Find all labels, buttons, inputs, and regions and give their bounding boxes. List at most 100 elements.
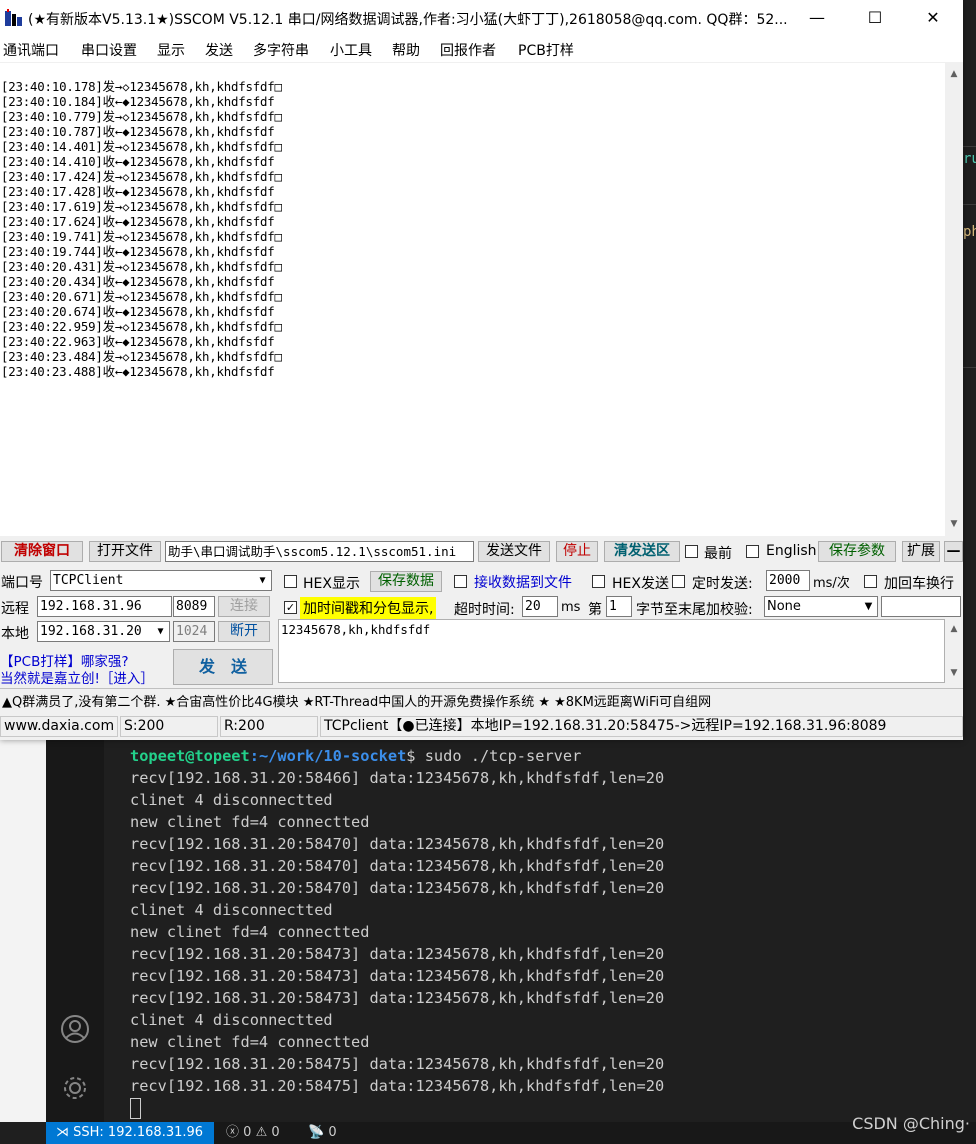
site-link[interactable]: www.daxia.com bbox=[0, 716, 118, 737]
receive-line: [23:40:10.779]发→◇12345678,kh,khdfsfdf□ bbox=[1, 109, 282, 124]
menu-port[interactable]: 通讯端口 bbox=[3, 40, 59, 60]
port-select[interactable]: TCPClient ▼ bbox=[50, 570, 272, 591]
save-data-button[interactable]: 保存数据 bbox=[370, 571, 442, 592]
terminal-panel[interactable]: topeet@topeet:~/work/10-socket$ sudo ./t… bbox=[104, 740, 976, 1122]
recv-to-file-label[interactable]: 接收数据到文件 bbox=[474, 572, 572, 592]
timestamp-label: 加时间戳和分包显示, bbox=[300, 597, 437, 619]
local-ip-select[interactable]: 192.168.31.20 ▼ bbox=[37, 621, 170, 642]
send-button[interactable]: 发 送 bbox=[173, 649, 273, 685]
send-scrollbar[interactable]: ▲ ▼ bbox=[945, 619, 963, 683]
receive-area[interactable]: [23:40:10.178]发→◇12345678,kh,khdfsfdf□ [2… bbox=[0, 63, 945, 536]
save-params-button[interactable]: 保存参数 bbox=[818, 541, 896, 562]
remote-indicator[interactable]: ⋊ SSH: 192.168.31.96 bbox=[46, 1122, 214, 1144]
title-bar[interactable]: (★有新版本V5.13.1★)SSCOM V5.12.1 串口/网络数据调试器,… bbox=[0, 0, 963, 36]
receive-line: [23:40:10.178]发→◇12345678,kh,khdfsfdf□ bbox=[1, 79, 282, 94]
topmost-checkbox[interactable] bbox=[685, 545, 698, 558]
editor-text-fragment: ru bbox=[963, 151, 976, 167]
receive-scrollbar[interactable]: ▲ ▼ bbox=[945, 63, 963, 536]
vscode-status-bar: ⋊ SSH: 192.168.31.96 ⓧ 0 ⚠ 0 📡 0 bbox=[46, 1122, 976, 1144]
local-port-input[interactable]: 1024 bbox=[173, 621, 215, 642]
add-crlf-checkbox[interactable] bbox=[864, 575, 877, 588]
minimize-button[interactable]: — bbox=[788, 0, 846, 36]
checksum-extra-field[interactable] bbox=[881, 596, 961, 617]
scroll-down-icon[interactable]: ▼ bbox=[945, 515, 963, 533]
menu-display[interactable]: 显示 bbox=[157, 40, 185, 60]
nth-label: 第 bbox=[588, 602, 602, 618]
checksum-select[interactable]: None ▼ bbox=[764, 596, 878, 617]
menu-bar: 通讯端口 串口设置 显示 发送 多字符串 小工具 帮助 回报作者 PCB打样 bbox=[0, 36, 963, 62]
english-checkbox[interactable] bbox=[746, 545, 759, 558]
stop-button[interactable]: 停止 bbox=[556, 541, 598, 562]
broadcast-icon: 📡 bbox=[308, 1125, 325, 1140]
menu-report-author[interactable]: 回报作者 bbox=[440, 40, 496, 60]
pcb-ad-line2[interactable]: 当然就是嘉立创!［进入］ bbox=[0, 667, 154, 687]
disconnect-button[interactable]: 断开 bbox=[218, 621, 270, 642]
terminal-line: clinet 4 disconnectted bbox=[130, 1011, 333, 1029]
remote-port-input[interactable]: 8089 bbox=[173, 596, 215, 617]
terminal-cursor bbox=[130, 1098, 141, 1119]
menu-send[interactable]: 发送 bbox=[205, 40, 233, 60]
recv-to-file-checkbox[interactable] bbox=[454, 575, 467, 588]
scroll-up-icon[interactable]: ▲ bbox=[945, 65, 963, 83]
terminal-line: recv[192.168.31.20:58473] data:12345678,… bbox=[130, 945, 665, 963]
send-file-button[interactable]: 发送文件 bbox=[478, 541, 550, 562]
timeout-unit: ms bbox=[561, 600, 581, 615]
file-path-field[interactable]: 助手\串口调试助手\sscom5.12.1\sscom51.ini bbox=[165, 541, 474, 562]
hex-display-checkbox[interactable] bbox=[284, 575, 297, 588]
scroll-down-icon[interactable]: ▼ bbox=[945, 664, 963, 682]
interval-unit: ms/次 bbox=[813, 576, 850, 591]
local-label: 本地 bbox=[1, 626, 29, 642]
terminal-line: recv[192.168.31.20:58475] data:12345678,… bbox=[130, 1055, 665, 1073]
connect-button[interactable]: 连接 bbox=[218, 596, 270, 617]
error-count: 0 bbox=[243, 1125, 252, 1140]
interval-input[interactable]: 2000 bbox=[766, 570, 810, 591]
receive-line: [23:40:22.963]收←◆12345678,kh,khdfsfdf bbox=[1, 334, 275, 349]
add-crlf-label: 加回车换行 bbox=[884, 576, 954, 592]
ad-bar[interactable]: ▲Q群满员了,没有第二个群. ★合宙高性价比4G模块 ★RT-Thread中国人… bbox=[0, 688, 963, 711]
hex-send-checkbox[interactable] bbox=[592, 575, 605, 588]
editor-divider bbox=[963, 367, 976, 368]
collapse-button[interactable]: — bbox=[944, 541, 963, 562]
timeout-input[interactable]: 20 bbox=[522, 596, 558, 617]
remote-icon: ⋊ bbox=[56, 1125, 74, 1140]
receive-line: [23:40:17.624]收←◆12345678,kh,khdfsfdf bbox=[1, 214, 275, 229]
prompt-path: :~/work/10-socket bbox=[249, 747, 407, 765]
menu-serial-settings[interactable]: 串口设置 bbox=[81, 40, 137, 60]
prompt-command: $ sudo ./tcp-server bbox=[406, 747, 582, 765]
terminal-line: recv[192.168.31.20:58473] data:12345678,… bbox=[130, 967, 665, 985]
clear-window-button[interactable]: 清除窗口 bbox=[1, 541, 83, 562]
menu-tools[interactable]: 小工具 bbox=[330, 40, 372, 60]
receive-line: [23:40:22.959]发→◇12345678,kh,khdfsfdf□ bbox=[1, 319, 282, 334]
problems-indicator[interactable]: ⓧ 0 ⚠ 0 bbox=[226, 1122, 280, 1144]
timed-send-checkbox[interactable] bbox=[672, 575, 685, 588]
sent-count: S:200 bbox=[120, 716, 218, 737]
nth-input[interactable]: 1 bbox=[606, 596, 632, 617]
receive-line: [23:40:20.671]发→◇12345678,kh,khdfsfdf□ bbox=[1, 289, 282, 304]
topmost-label: 最前 bbox=[704, 546, 732, 562]
terminal-line: recv[192.168.31.20:58475] data:12345678,… bbox=[130, 1077, 665, 1095]
account-icon[interactable] bbox=[60, 1014, 90, 1044]
app-icon bbox=[5, 9, 22, 26]
timeout-label: 超时时间: bbox=[454, 602, 515, 618]
close-button[interactable]: ✕ bbox=[904, 0, 962, 36]
open-file-button[interactable]: 打开文件 bbox=[89, 541, 161, 562]
clear-send-button[interactable]: 清发送区 bbox=[604, 541, 680, 562]
window-title: (★有新版本V5.13.1★)SSCOM V5.12.1 串口/网络数据调试器,… bbox=[28, 12, 788, 28]
receive-line: [23:40:20.674]收←◆12345678,kh,khdfsfdf bbox=[1, 304, 275, 319]
menu-help[interactable]: 帮助 bbox=[392, 40, 420, 60]
ports-indicator[interactable]: 📡 0 bbox=[308, 1122, 337, 1144]
receive-line: [23:40:20.431]发→◇12345678,kh,khdfsfdf□ bbox=[1, 259, 282, 274]
menu-multi-string[interactable]: 多字符串 bbox=[253, 40, 309, 60]
sscom-status-bar: www.daxia.com S:200 R:200 TCPclient【●已连接… bbox=[0, 713, 963, 739]
send-text-area[interactable]: 12345678,kh,khdfsfdf bbox=[278, 619, 945, 683]
send-text: 12345678,kh,khdfsfdf bbox=[281, 622, 431, 637]
terminal-line: recv[192.168.31.20:58470] data:12345678,… bbox=[130, 857, 665, 875]
remote-ip-input[interactable]: 192.168.31.96 bbox=[37, 596, 172, 617]
maximize-button[interactable]: ☐ bbox=[846, 0, 904, 36]
menu-pcb[interactable]: PCB打样 bbox=[518, 40, 574, 60]
expand-button[interactable]: 扩展 bbox=[902, 541, 940, 562]
scroll-up-icon[interactable]: ▲ bbox=[945, 620, 963, 638]
receive-line: [23:40:14.410]收←◆12345678,kh,khdfsfdf bbox=[1, 154, 275, 169]
timestamp-checkbox[interactable]: ✓ bbox=[284, 601, 297, 614]
gear-icon[interactable] bbox=[60, 1074, 90, 1104]
